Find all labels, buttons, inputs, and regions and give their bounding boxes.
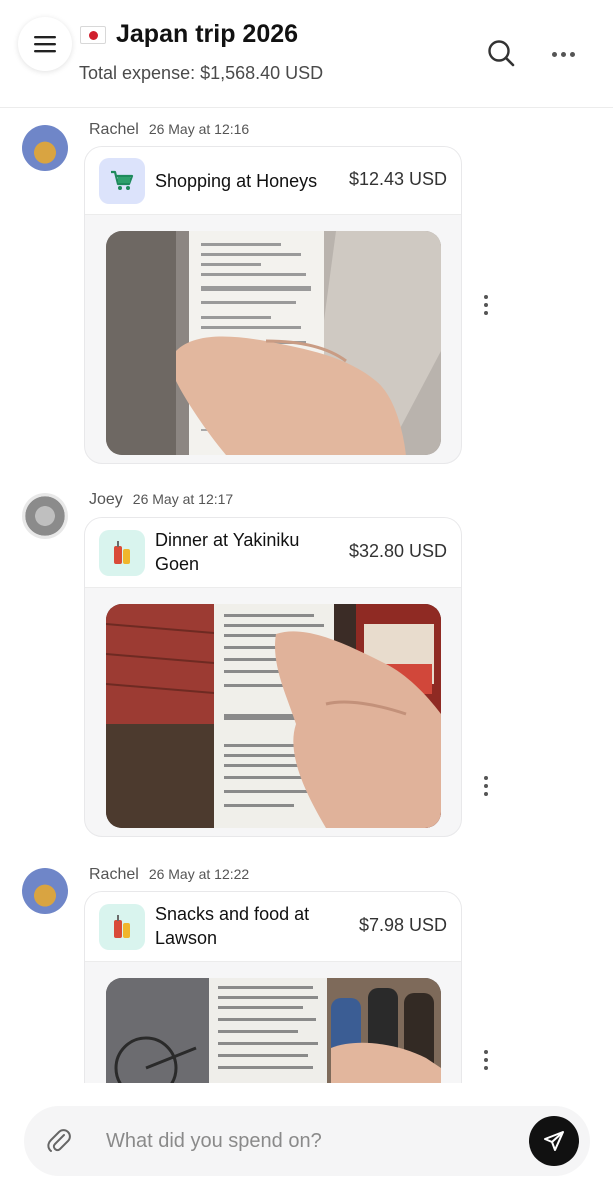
receipt-photo[interactable] (106, 604, 441, 828)
expense-title: Shopping at Honeys (155, 171, 318, 191)
author-name: Rachel (89, 121, 139, 138)
search-button[interactable] (484, 36, 518, 70)
search-icon (488, 40, 515, 67)
expense-card-header: Dinner at Yakiniku Goen $32.80 USD (85, 518, 461, 588)
japan-flag-icon (80, 25, 106, 44)
send-icon (544, 1131, 564, 1151)
more-vertical-icon (484, 1050, 488, 1054)
expense-amount: $7.98 USD (358, 915, 447, 935)
expense-card-header: Snacks and food at Lawson $7.98 USD (85, 892, 461, 962)
expense-composer (24, 1106, 590, 1176)
expense-title: Dinner at Yakiniku Goen (155, 530, 300, 574)
attach-button[interactable] (46, 1128, 72, 1154)
timestamp: 26 May at 12:17 (132, 491, 234, 507)
author-name: Rachel (89, 866, 139, 883)
hamburger-icon (34, 36, 56, 53)
message-meta: Rachel 26 May at 12:16 (89, 121, 249, 139)
author-name: Joey (89, 491, 123, 508)
more-vertical-icon (484, 776, 488, 780)
more-horizontal-icon (551, 51, 557, 57)
message-options-button[interactable] (482, 1050, 490, 1070)
expense-amount: $32.80 USD (348, 541, 447, 561)
expense-title: Snacks and food at Lawson (155, 904, 310, 948)
receipt-photo[interactable] (106, 978, 441, 1083)
expense-card-header: Shopping at Honeys $12.43 USD (85, 147, 461, 215)
total-expense: Total expense: $1,568.40 USD (79, 63, 324, 83)
paperclip-icon (47, 1129, 71, 1152)
top-bar: Japan trip 2026 Total expense: $1,568.40… (0, 0, 613, 108)
shopping-cart-icon (99, 158, 145, 204)
expense-input[interactable] (106, 1124, 506, 1158)
message-meta: Rachel 26 May at 12:22 (89, 866, 249, 884)
expense-card[interactable]: Shopping at Honeys $12.43 USD (84, 146, 462, 464)
timestamp: 26 May at 12:22 (148, 866, 250, 882)
avatar[interactable] (22, 493, 68, 539)
timestamp: 26 May at 12:16 (148, 121, 250, 137)
message-options-button[interactable] (482, 295, 490, 315)
food-drink-icon (99, 904, 145, 950)
message-options-button[interactable] (482, 776, 490, 796)
expense-card[interactable]: Snacks and food at Lawson $7.98 USD (84, 891, 462, 1083)
receipt-photo[interactable] (106, 231, 441, 455)
expense-card[interactable]: Dinner at Yakiniku Goen $32.80 USD (84, 517, 462, 837)
trip-title-row: Japan trip 2026 (80, 20, 298, 49)
send-button[interactable] (529, 1116, 579, 1166)
food-drink-icon (99, 530, 145, 576)
expense-feed[interactable]: Rachel 26 May at 12:16 Shopping at Honey… (0, 108, 613, 1083)
menu-button[interactable] (18, 17, 72, 71)
more-options-button[interactable] (546, 40, 580, 68)
more-vertical-icon (484, 295, 488, 299)
avatar[interactable] (22, 868, 68, 914)
avatar[interactable] (22, 125, 68, 171)
expense-amount: $12.43 USD (348, 169, 447, 189)
message-meta: Joey 26 May at 12:17 (89, 491, 233, 509)
trip-title: Japan trip 2026 (116, 20, 299, 48)
